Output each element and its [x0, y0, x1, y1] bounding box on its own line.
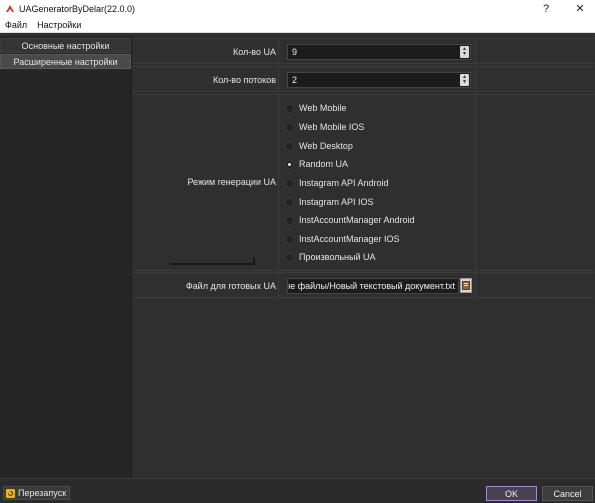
- output-file-path-input[interactable]: ые файлы/Новый текстовый документ.txt: [287, 278, 459, 294]
- setting-row-output-file: Файл для готовых UA ые файлы/Новый текст…: [132, 272, 594, 298]
- column-divider: [278, 39, 279, 63]
- restart-label: Перезапуск: [18, 488, 67, 498]
- column-divider: [278, 67, 279, 91]
- restart-icon: [6, 488, 15, 498]
- threads-value: 2: [292, 75, 298, 85]
- spin-arrows-icon[interactable]: ▲ ▼: [460, 74, 469, 86]
- help-button[interactable]: ?: [535, 0, 557, 17]
- folder-browse-glyph: [462, 281, 470, 290]
- spin-arrows-icon[interactable]: ▲ ▼: [460, 46, 469, 58]
- column-divider: [278, 273, 279, 297]
- radio-dot-icon: [285, 197, 294, 207]
- column-divider: [475, 273, 476, 297]
- radio-web-mobile[interactable]: Web Mobile: [285, 103, 346, 113]
- settings-nav: Основные настройки Расширенные настройки: [0, 36, 131, 478]
- threads-spinbox[interactable]: 2 ▲ ▼: [287, 72, 471, 88]
- generation-mode-label: Режим генерации UA: [187, 177, 276, 187]
- settings-panel: Кол-во UA 9 ▲ ▼ Кол-во потоков 2 ▲ ▼ Режим…: [131, 36, 595, 478]
- app-logo-icon: [6, 4, 14, 12]
- column-divider: [475, 95, 476, 270]
- radio-instagram-api-android[interactable]: Instagram API Android: [285, 178, 389, 188]
- title-bar: UAGeneratorByDelar(22.0.0) ? ✕: [0, 0, 595, 17]
- window-title: UAGeneratorByDelar(22.0.0): [19, 3, 136, 14]
- nav-item-advanced-settings[interactable]: Расширенные настройки: [0, 54, 131, 69]
- column-divider: [475, 67, 476, 91]
- column-divider: [278, 95, 279, 270]
- ua-count-label: Кол-во UA: [233, 47, 276, 57]
- radio-dot-icon: [285, 252, 294, 262]
- radio-dot-icon: [285, 234, 294, 244]
- radio-web-desktop[interactable]: Web Desktop: [285, 141, 353, 151]
- splitter-handle[interactable]: [170, 263, 254, 265]
- radio-dot-icon: [285, 215, 294, 225]
- radio-web-mobile-ios[interactable]: Web Mobile IOS: [285, 122, 364, 132]
- main-area: Основные настройки Расширенные настройки…: [0, 33, 595, 478]
- menu-bar: Файл Настройки: [0, 17, 595, 33]
- output-file-label: Файл для готовых UA: [185, 281, 276, 291]
- folder-browse-icon[interactable]: [460, 278, 472, 293]
- output-file-path-value: ые файлы/Новый текстовый документ.txt: [287, 281, 455, 291]
- radio-dot-icon: [285, 178, 294, 188]
- footer-bar: Перезапуск OK Cancel: [0, 478, 595, 503]
- radio-instaccountmanager-android[interactable]: InstAccountManager Android: [285, 215, 415, 225]
- radio-instagram-api-ios[interactable]: Instagram API IOS: [285, 197, 374, 207]
- close-button[interactable]: ✕: [569, 0, 591, 17]
- radio-custom-ua[interactable]: Произвольный UA: [285, 252, 376, 262]
- ua-count-spinbox[interactable]: 9 ▲ ▼: [287, 44, 471, 60]
- nav-item-basic-settings[interactable]: Основные настройки: [0, 38, 131, 53]
- setting-row-generation-mode: Режим генерации UA Web Mobile Web Mobile…: [132, 94, 594, 271]
- menu-settings[interactable]: Настройки: [32, 20, 86, 30]
- ua-count-value: 9: [292, 47, 298, 57]
- radio-random-ua[interactable]: Random UA: [285, 159, 348, 169]
- radio-instaccountmanager-ios[interactable]: InstAccountManager IOS: [285, 234, 400, 244]
- radio-dot-checked-icon: [285, 159, 294, 169]
- menu-file[interactable]: Файл: [0, 20, 32, 30]
- restart-button[interactable]: Перезапуск: [3, 486, 71, 500]
- radio-dot-icon: [285, 122, 294, 132]
- radio-dot-icon: [285, 141, 294, 151]
- column-divider: [475, 39, 476, 63]
- threads-label: Кол-во потоков: [212, 75, 276, 85]
- setting-row-threads: Кол-во потоков 2 ▲ ▼: [132, 66, 594, 92]
- cancel-button[interactable]: Cancel: [542, 486, 593, 501]
- splitter-handle-tick: [253, 257, 255, 265]
- radio-dot-icon: [285, 103, 294, 113]
- ok-button[interactable]: OK: [486, 486, 537, 501]
- setting-row-ua-count: Кол-во UA 9 ▲ ▼: [132, 38, 594, 64]
